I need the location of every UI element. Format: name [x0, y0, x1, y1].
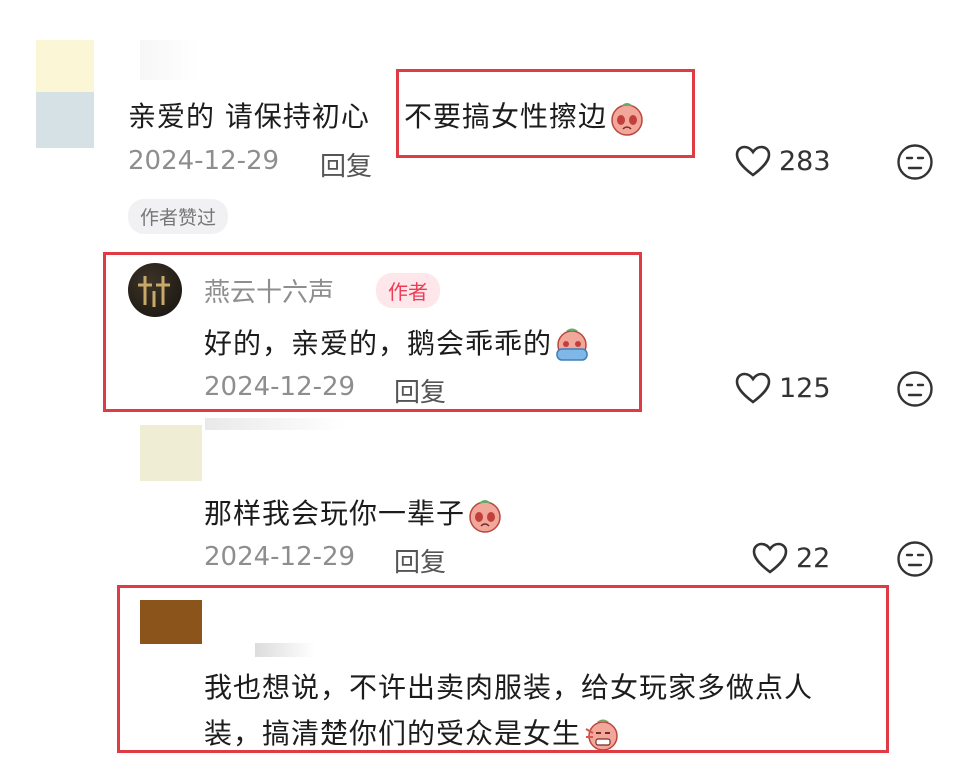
- like-button[interactable]: 283: [735, 145, 831, 177]
- dislike-face-icon[interactable]: [896, 540, 934, 578]
- heart-icon: [752, 542, 788, 574]
- author-liked-badge: 作者赞过: [128, 199, 229, 234]
- like-button[interactable]: 22: [752, 542, 830, 574]
- avatar[interactable]: [140, 425, 202, 481]
- username-blur[interactable]: [140, 40, 200, 80]
- avatar[interactable]: [22, 40, 102, 148]
- dislike-face-icon[interactable]: [896, 143, 934, 181]
- reply-button[interactable]: 回复: [394, 542, 446, 579]
- highlight-box: [103, 252, 642, 412]
- username-blur[interactable]: [205, 418, 345, 430]
- heart-icon: [735, 372, 771, 404]
- reply-button[interactable]: 回复: [320, 146, 372, 183]
- comment-text: 亲爱的 请保持初心: [128, 100, 370, 133]
- comment-date: 2024-12-29: [204, 542, 356, 572]
- highlight-box: [117, 585, 889, 753]
- heart-icon: [735, 145, 771, 177]
- dislike-face-icon[interactable]: [896, 370, 934, 408]
- comment-date: 2024-12-29: [128, 146, 280, 176]
- comment-text: 那样我会玩你一辈子: [204, 492, 503, 533]
- like-count: 22: [796, 542, 831, 574]
- like-button[interactable]: 125: [735, 372, 831, 404]
- like-count: 125: [779, 372, 831, 404]
- like-count: 283: [779, 145, 831, 177]
- highlight-box: [396, 69, 695, 158]
- crying-emoji-icon: [469, 500, 501, 533]
